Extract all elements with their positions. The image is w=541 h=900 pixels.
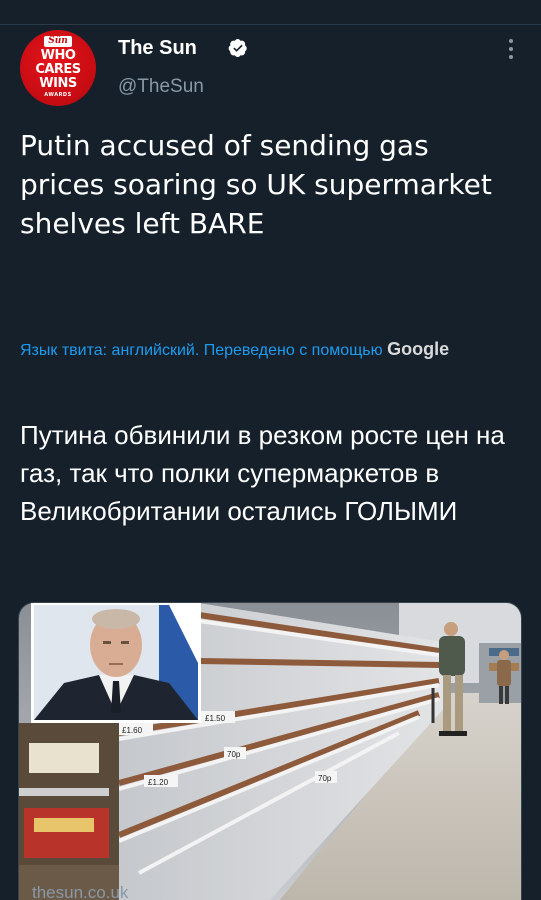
inset-portrait bbox=[31, 603, 201, 723]
avatar-logo-line-4: AWARDS bbox=[44, 92, 72, 98]
translation-note-text[interactable]: Язык твита: английский. Переведено с пом… bbox=[20, 342, 383, 359]
author-display-name[interactable]: The Sun bbox=[118, 36, 197, 60]
price-tag-4: £1.20 bbox=[148, 778, 169, 787]
translation-provider: Google bbox=[387, 339, 450, 359]
author-handle[interactable]: @TheSun bbox=[118, 76, 204, 98]
avatar-masthead: Sün bbox=[44, 36, 72, 47]
more-options-icon[interactable] bbox=[504, 36, 518, 62]
avatar-logo-line-3: WINS bbox=[39, 76, 77, 91]
link-card-image[interactable]: £1.60 £1.50 70p £1.20 70p £2 bbox=[18, 602, 522, 900]
price-tag-2: £1.50 bbox=[205, 714, 226, 723]
translated-tweet-text: Путина обвинили в резком росте цен на га… bbox=[20, 420, 505, 526]
author-avatar[interactable]: Sün WHO CARES WINS AWARDS bbox=[20, 30, 96, 106]
card-domain[interactable]: thesun.co.uk bbox=[32, 883, 128, 900]
top-divider bbox=[0, 24, 541, 25]
supermarket-photo: £1.60 £1.50 70p £1.20 70p £2 bbox=[19, 603, 521, 900]
tweet-text: Putin accused of sending gas prices soar… bbox=[20, 129, 492, 240]
avatar-logo-line-1: WHO bbox=[40, 48, 76, 63]
price-tag-3: 70p bbox=[227, 750, 241, 759]
price-tag-1: £1.60 bbox=[122, 726, 143, 735]
avatar-logo-line-2: CARES bbox=[35, 62, 81, 77]
verified-badge-icon bbox=[228, 39, 247, 58]
price-tag-5: 70p bbox=[318, 774, 332, 783]
translation-note[interactable]: Язык твита: английский. Переведено с пом… bbox=[20, 336, 490, 364]
